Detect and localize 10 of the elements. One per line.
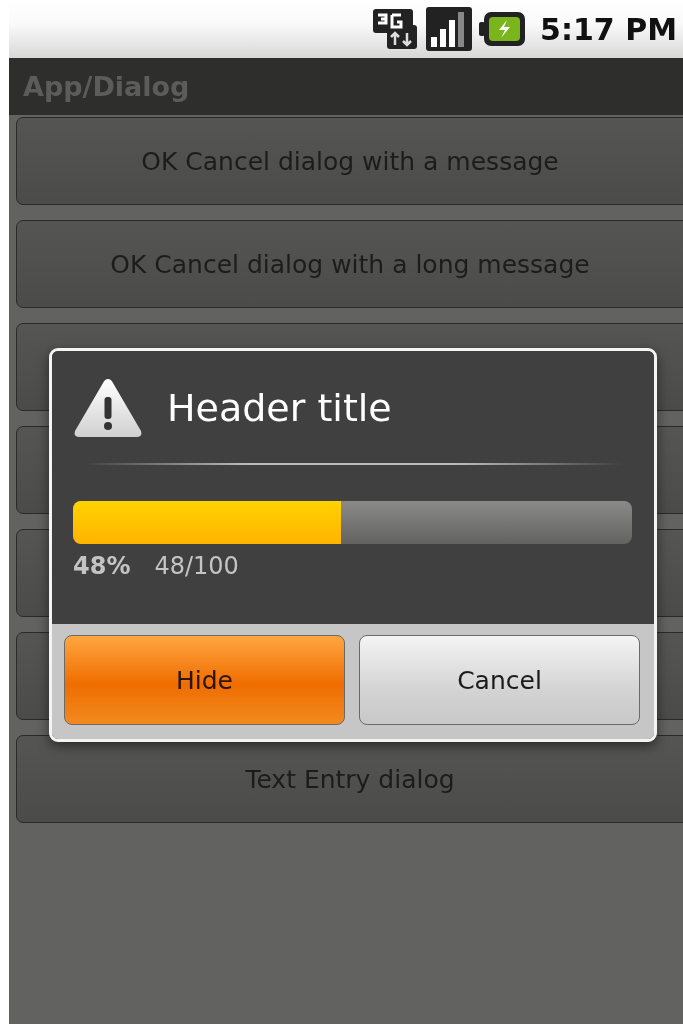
battery-charging-icon: [479, 12, 526, 46]
progress-percent: 48%: [73, 552, 131, 580]
warning-icon: [73, 377, 143, 439]
network-type-icon: [373, 7, 420, 51]
dialog-button[interactable]: Cancel: [359, 635, 640, 725]
clock-time: 5:17 PM: [540, 11, 677, 47]
signal-icon: [426, 7, 473, 51]
dialog-title: Header title: [167, 386, 392, 430]
dialog-button[interactable]: Hide: [64, 635, 345, 725]
progress-count: 48/100: [154, 552, 239, 580]
